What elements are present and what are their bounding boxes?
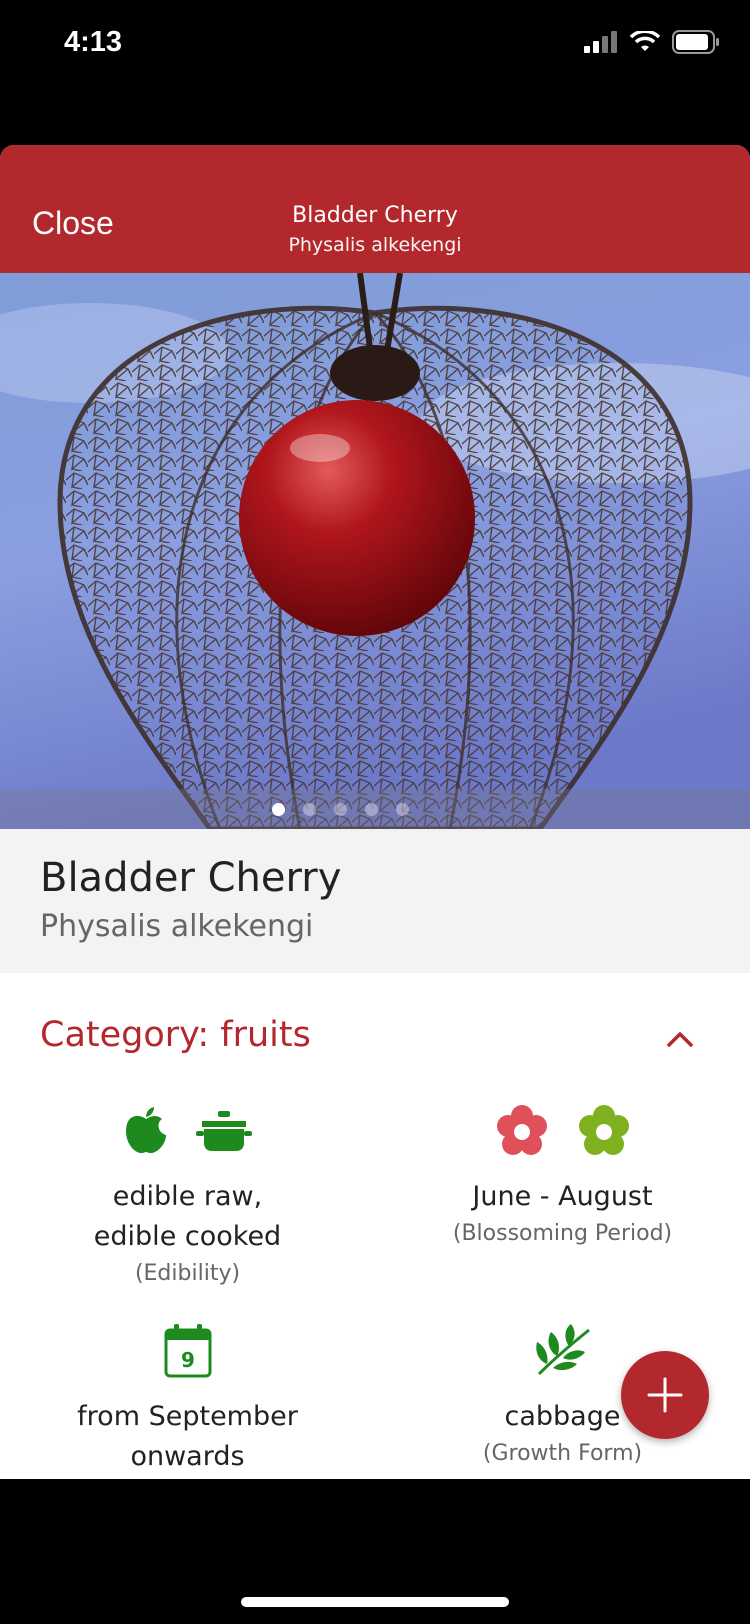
page-dot[interactable] [303, 803, 316, 816]
header-titles: Bladder Cherry Physalis alkekengi [0, 201, 750, 259]
page-dot[interactable] [365, 803, 378, 816]
header-title: Bladder Cherry [292, 203, 458, 228]
calendar-icon: 9 [164, 1324, 211, 1378]
blossom-attribute: June - August (Blossoming Period) [375, 1103, 750, 1251]
status-bar: 4:13 [0, 0, 750, 90]
category-header[interactable]: Category: fruits [0, 973, 750, 1103]
photo-gallery[interactable] [0, 273, 750, 829]
blossom-value: June - August [472, 1181, 653, 1212]
category-label: Category: fruits [40, 1015, 311, 1055]
harvest-value-line2: onwards [130, 1441, 245, 1472]
flower-green-icon [578, 1105, 629, 1155]
plant-detail-sheet: Close Bladder Cherry Physalis alkekengi [0, 145, 750, 1479]
page-dot[interactable] [334, 803, 347, 816]
plant-photo [0, 273, 750, 829]
home-indicator[interactable] [241, 1597, 509, 1607]
edibility-value-line1: edible raw, [112, 1181, 263, 1212]
status-icons [584, 30, 720, 54]
cellular-signal-icon [584, 31, 617, 53]
status-time: 4:13 [64, 26, 123, 58]
page-dot[interactable] [396, 803, 409, 816]
add-button[interactable] [621, 1351, 709, 1439]
edibility-value-line2: edible cooked [93, 1221, 282, 1252]
growth-form-caption: (Growth Form) [482, 1441, 643, 1466]
wifi-icon [630, 31, 660, 51]
blossom-caption: (Blossoming Period) [452, 1221, 673, 1246]
edibility-attribute: edible raw, edible cooked (Edibility) [0, 1103, 375, 1291]
apple-icon [125, 1107, 166, 1154]
plant-common-name: Bladder Cherry [40, 855, 342, 901]
leaf-branch-icon [535, 1324, 590, 1376]
chevron-up-icon[interactable] [666, 1025, 694, 1053]
harvest-value-line1: from September [77, 1401, 298, 1432]
battery-icon [672, 30, 719, 54]
header-subtitle: Physalis alkekengi [288, 234, 462, 256]
cooking-pot-icon [195, 1111, 252, 1151]
page-indicator [0, 789, 750, 829]
name-panel: Bladder Cherry Physalis alkekengi [0, 829, 750, 973]
flower-pink-icon [496, 1105, 547, 1155]
plus-icon [647, 1377, 683, 1413]
nav-header: Close Bladder Cherry Physalis alkekengi [0, 145, 750, 273]
plant-latin-name: Physalis alkekengi [40, 909, 314, 944]
page-dot[interactable] [272, 803, 285, 816]
calendar-day: 9 [181, 1348, 195, 1372]
edibility-caption: (Edibility) [134, 1261, 241, 1286]
harvest-attribute: 9 from September onwards [0, 1323, 375, 1477]
